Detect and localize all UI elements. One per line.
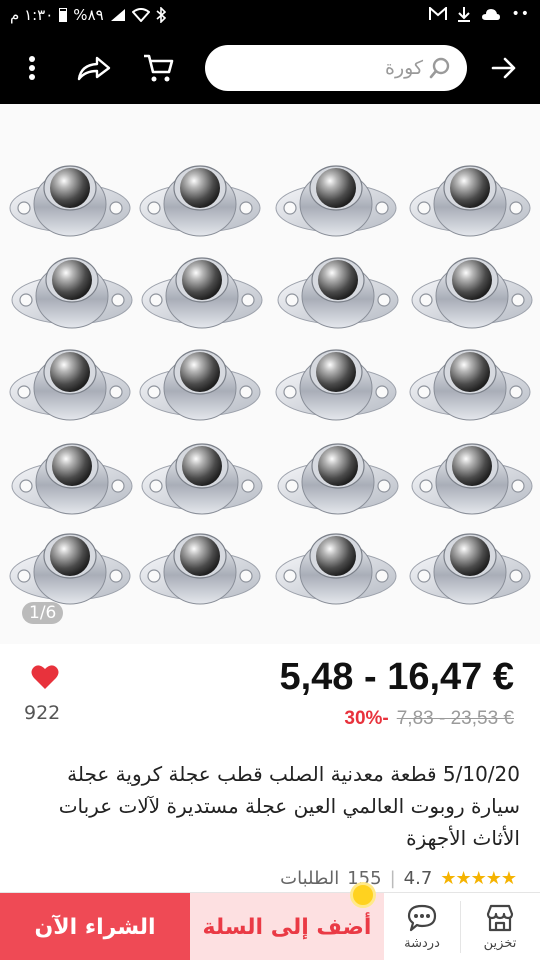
chat-button[interactable]: دردشة [384,893,460,960]
coin-icon [350,882,376,908]
bottom-action-bar: الشراء الآن أضف إلى السلة دردشة تخزين [0,892,540,960]
share-icon[interactable] [72,46,116,90]
bluetooth-icon [156,7,166,23]
image-counter: 1/6 [22,602,64,624]
cart-icon[interactable] [136,46,180,90]
search-icon [429,57,450,79]
store-icon [486,904,514,931]
back-arrow-icon[interactable] [482,46,526,90]
status-left: ١:٣٠ م %٨٩ [10,6,166,24]
status-time: ١:٣٠ م [10,6,54,24]
chat-label: دردشة [404,935,440,951]
status-bar: ١:٣٠ م %٨٩ •• [0,0,540,32]
signal-icon [110,9,125,21]
battery-level: %٨٩ [73,6,104,24]
heart-icon [31,665,59,689]
battery-icon [59,8,68,22]
rating-stars: ★★★★★ [440,868,517,889]
buy-now-button[interactable]: الشراء الآن [0,893,190,960]
discount-badge: 30%- [344,708,389,729]
product-title: 5/10/20 قطعة معدنية الصلب قطب عجلة كروية… [58,762,520,850]
store-button[interactable]: تخزين [462,893,538,960]
gmail-icon [429,7,448,20]
original-price: 7,83 - 23,53 € [396,708,514,729]
orders-label: الطلبات [280,868,340,889]
bottom-divider [460,901,461,953]
more-menu-icon[interactable] [10,46,54,90]
search-input[interactable]: كورة [205,45,467,91]
favorite-button[interactable] [22,664,68,694]
original-price-row: 30%- 7,83 - 23,53 € [344,708,514,730]
search-placeholder: كورة [385,57,423,79]
product-image-gallery[interactable] [0,104,540,644]
product-image [0,104,540,644]
store-label: تخزين [483,935,517,951]
rating-row[interactable]: ★★★★★ 4.7 | 155 الطلبات [280,868,517,889]
chat-icon [407,904,437,931]
wifi-icon [131,8,150,22]
price-range: 5,48 - 16,47 € [279,656,514,698]
notification-dots: •• [511,6,530,22]
product-page: ١:٣٠ م %٨٩ •• كورة 1/6 922 5,48 - 16,47 … [0,0,540,960]
status-right: •• [429,6,530,22]
favorites-count: 922 [24,702,61,724]
cloud-icon [482,9,501,20]
top-toolbar: كورة [0,32,540,104]
download-icon [458,7,471,22]
rating-separator: | [389,868,396,889]
rating-value: 4.7 [403,868,433,889]
